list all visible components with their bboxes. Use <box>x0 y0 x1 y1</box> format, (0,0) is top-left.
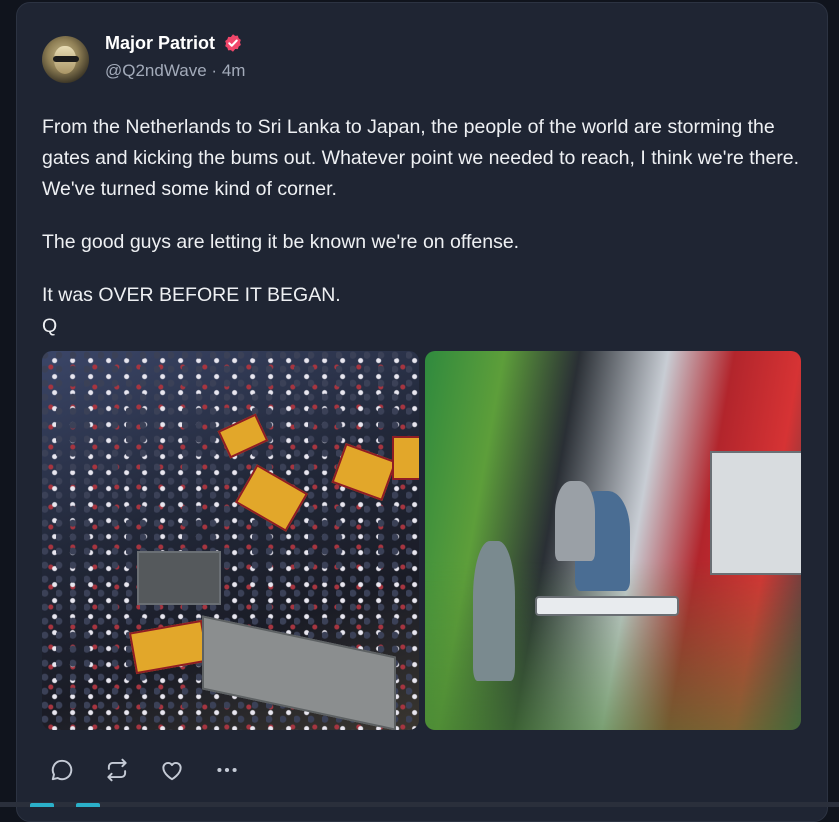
author-name-row: Major Patriot <box>105 32 243 54</box>
truck-shape <box>202 615 396 730</box>
post-media-grid <box>42 351 801 730</box>
like-icon <box>161 761 182 780</box>
repost-icon <box>106 758 127 781</box>
taskbar-app-indicator[interactable] <box>76 803 100 807</box>
person-shape <box>472 541 515 681</box>
post-paragraph: From the Netherlands to Sri Lanka to Jap… <box>42 116 800 200</box>
flag-shape <box>128 619 210 675</box>
photo-crowd-with-flags[interactable] <box>42 351 419 730</box>
person-shape <box>554 481 595 561</box>
author-meta: @Q2ndWave · 4m <box>105 61 245 81</box>
tractor-cab-shape <box>709 451 801 575</box>
post-time[interactable]: 4m <box>222 61 246 80</box>
vehicle-cab-shape <box>137 551 221 605</box>
post-paragraph: It was OVER BEFORE IT BEGAN. <box>42 284 341 306</box>
tractor-roof-shape <box>534 596 679 616</box>
avatar-glasses <box>53 56 79 62</box>
photo-farmers-on-tractors[interactable] <box>424 351 801 730</box>
taskbar-app-indicator[interactable] <box>30 803 54 807</box>
post-paragraph: The good guys are letting it be known we… <box>42 231 520 253</box>
more-icon <box>216 767 237 772</box>
post-actions <box>48 756 240 783</box>
author-handle[interactable]: @Q2ndWave <box>105 61 207 80</box>
flag-shape <box>392 436 419 480</box>
post-paragraph: Q <box>42 315 58 337</box>
post-body: From the Netherlands to Sri Lanka to Jap… <box>42 112 802 342</box>
like-button[interactable] <box>158 756 185 783</box>
avatar[interactable] <box>42 36 89 83</box>
verified-badge-icon <box>225 34 241 52</box>
more-button[interactable] <box>213 756 240 783</box>
flag-shape <box>217 413 269 459</box>
meta-separator: · <box>211 61 218 80</box>
repost-button[interactable] <box>103 756 130 783</box>
taskbar <box>0 802 839 807</box>
reply-button[interactable] <box>48 756 75 783</box>
reply-icon <box>51 759 72 780</box>
flag-shape <box>234 464 309 532</box>
flag-shape <box>331 443 397 501</box>
author-display-name[interactable]: Major Patriot <box>105 33 215 54</box>
